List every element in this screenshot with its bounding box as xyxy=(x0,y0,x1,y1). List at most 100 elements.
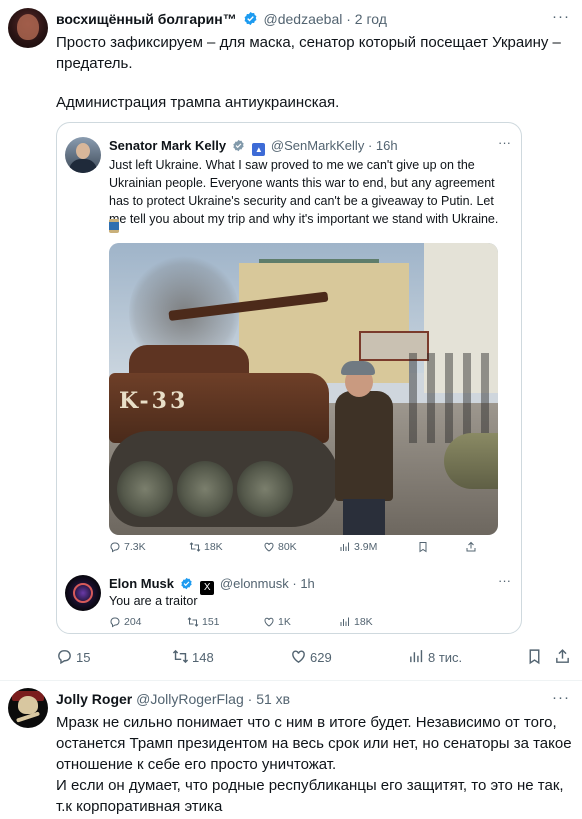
photo-man-cap xyxy=(341,361,375,375)
photo-bomb-shell xyxy=(444,433,498,489)
tweet-text: Мразк не сильно понимает что с ним в ито… xyxy=(56,714,572,815)
bookmark-icon xyxy=(529,649,540,665)
like-button[interactable]: 1K xyxy=(263,616,291,628)
views-count: 8 тис. xyxy=(428,650,463,665)
reply-tweet-header: Elon Musk X @elonmusk · 1h xyxy=(109,575,315,595)
like-button[interactable]: 80K xyxy=(263,541,297,553)
share-button[interactable] xyxy=(465,541,480,553)
photo-tank-wheel xyxy=(177,461,233,517)
reply-button[interactable]: 204 xyxy=(109,616,142,628)
quoted-tweet-actions: 7.3K 18K 80K 3.9M xyxy=(109,541,498,559)
author-handle[interactable]: @dedzaebal xyxy=(264,11,343,27)
tweet-photo[interactable]: K-33 xyxy=(109,243,498,535)
more-options-icon[interactable]: ··· xyxy=(498,573,511,588)
views-chart-icon xyxy=(410,650,423,663)
share-button[interactable] xyxy=(554,648,574,665)
like-count: 80K xyxy=(278,541,297,553)
views-count: 18K xyxy=(354,616,373,628)
reply-icon xyxy=(110,617,120,628)
avatar-ring xyxy=(73,583,93,603)
photo-building xyxy=(239,263,409,383)
separator-dot: · xyxy=(346,11,351,27)
photo-crowd xyxy=(409,353,489,443)
bookmark-icon xyxy=(419,542,427,553)
quoted-tweet-card[interactable]: Senator Mark Kelly ▲ @SenMarkKelly · 16h… xyxy=(56,122,522,634)
avatar[interactable] xyxy=(8,688,48,728)
spool-of-thread-emoji-icon xyxy=(109,219,119,233)
quoted-post-time[interactable]: 16h xyxy=(376,138,398,153)
reply-author-handle[interactable]: @elonmusk xyxy=(220,576,289,591)
views-button[interactable]: 3.9M xyxy=(339,541,377,553)
repost-icon xyxy=(172,649,189,664)
repost-button[interactable]: 18K xyxy=(189,541,223,553)
views-button[interactable]: 8 тис. xyxy=(408,648,462,665)
government-badge-icon: ▲ xyxy=(252,143,266,156)
more-options-icon[interactable]: ··· xyxy=(498,135,511,150)
more-options-icon[interactable]: ··· xyxy=(552,8,570,25)
repost-icon xyxy=(187,617,199,627)
quoted-tweet-header: Senator Mark Kelly ▲ @SenMarkKelly · 16h xyxy=(109,137,398,156)
photo-tank-wheel xyxy=(237,461,293,517)
reply-tweet-text: You are a traitor xyxy=(109,594,198,608)
verified-badge-icon xyxy=(233,139,244,152)
photo-man-coat xyxy=(335,391,393,501)
tweet-post[interactable]: восхищённый болгарин™ @dedzaebal · 2 год… xyxy=(0,0,582,680)
repost-count: 148 xyxy=(192,650,214,665)
reply-button[interactable]: 15 xyxy=(56,648,90,665)
share-icon xyxy=(466,541,476,552)
quoted-author-name[interactable]: Senator Mark Kelly xyxy=(109,138,226,153)
reply-author-avatar[interactable] xyxy=(65,575,101,611)
repost-count: 151 xyxy=(202,616,220,628)
reply-count: 7.3K xyxy=(124,541,146,553)
avatar[interactable] xyxy=(8,8,48,48)
quoted-author-handle[interactable]: @SenMarkKelly xyxy=(271,138,364,153)
bookmark-button[interactable] xyxy=(526,648,546,665)
tweet-actions: 15 148 629 8 тис. xyxy=(56,646,572,668)
tweet-text-second-paragraph: Администрация трампа антиукраинская. xyxy=(56,94,340,111)
photo-man-legs xyxy=(343,499,385,535)
reply-icon xyxy=(110,542,120,553)
repost-button[interactable]: 148 xyxy=(172,648,214,665)
nested-reply-tweet[interactable]: Elon Musk X @elonmusk · 1h ··· You are a… xyxy=(57,567,521,633)
author-name[interactable]: восхищённый болгарин™ xyxy=(56,11,237,27)
avatar-body xyxy=(69,159,97,173)
repost-button[interactable]: 151 xyxy=(187,616,220,628)
photo-tank-graffiti: K-33 xyxy=(119,388,189,414)
verified-badge-icon xyxy=(180,577,192,590)
heart-icon xyxy=(264,617,274,627)
photo-tank-wheel xyxy=(117,461,173,517)
tweet-header: восхищённый болгарин™ @dedzaebal · 2 год xyxy=(56,10,387,28)
tweet-header: Jolly Roger @JollyRogerFlag · 51 хв xyxy=(56,690,290,708)
repost-count: 18K xyxy=(204,541,223,553)
repost-icon xyxy=(189,542,201,552)
share-icon xyxy=(556,649,569,663)
author-name[interactable]: Jolly Roger xyxy=(56,691,132,707)
avatar-face xyxy=(17,14,39,40)
like-button[interactable]: 629 xyxy=(290,648,332,665)
post-time[interactable]: 51 хв xyxy=(256,691,290,707)
separator-dot: · xyxy=(247,691,253,707)
author-handle[interactable]: @JollyRogerFlag xyxy=(136,691,244,707)
more-options-icon[interactable]: ··· xyxy=(552,689,570,706)
views-chart-icon xyxy=(340,542,349,551)
reply-count: 15 xyxy=(76,650,91,665)
heart-icon xyxy=(292,650,305,664)
separator-dot: · xyxy=(367,138,373,153)
reply-author-name[interactable]: Elon Musk xyxy=(109,576,174,591)
verified-badge-icon xyxy=(244,11,257,26)
reply-button[interactable]: 7.3K xyxy=(109,541,146,553)
separator-dot: · xyxy=(292,576,297,591)
reply-post-time[interactable]: 1h xyxy=(300,576,314,591)
like-count: 1K xyxy=(278,616,291,628)
x-affiliation-badge-icon: X xyxy=(200,581,215,595)
avatar-head xyxy=(76,143,90,159)
post-time[interactable]: 2 год xyxy=(355,11,387,27)
like-count: 629 xyxy=(310,650,332,665)
views-button[interactable]: 18K xyxy=(339,616,373,628)
views-count: 3.9M xyxy=(354,541,378,553)
bookmark-button[interactable] xyxy=(417,541,432,553)
skull-icon xyxy=(18,696,38,714)
heart-icon xyxy=(264,542,274,552)
quoted-author-avatar[interactable] xyxy=(65,137,101,173)
tweet-text: Просто зафиксируем – для маска, сенатор … xyxy=(56,34,561,72)
